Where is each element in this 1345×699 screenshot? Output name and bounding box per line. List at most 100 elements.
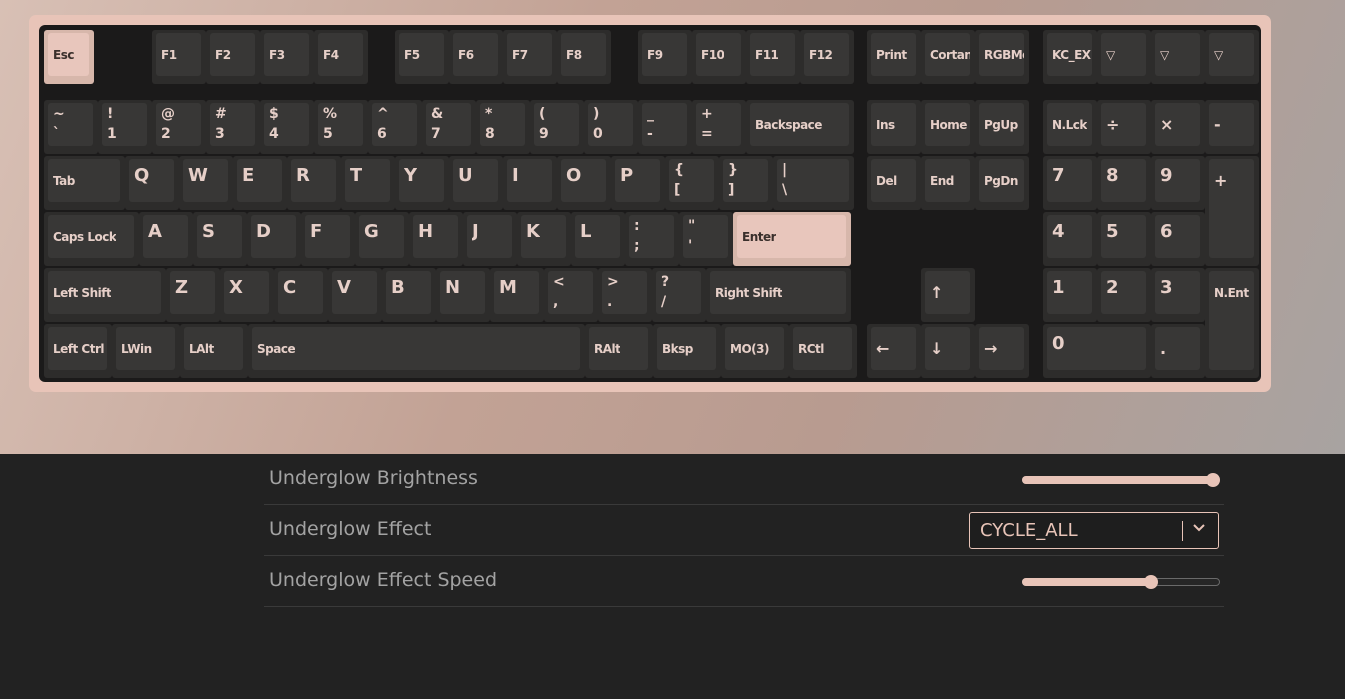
key-lctrl[interactable]: Left Ctrl <box>44 324 112 378</box>
key-ralt[interactable]: RAlt <box>585 324 653 378</box>
key-f12[interactable]: F12 <box>800 30 854 84</box>
key-9[interactable]: (9 <box>530 100 584 154</box>
slider-thumb[interactable] <box>1143 575 1158 589</box>
key-8[interactable]: * 8 <box>476 100 530 154</box>
underglow-brightness-slider[interactable] <box>1022 473 1220 487</box>
key-print[interactable]: Print <box>867 30 921 84</box>
key-z[interactable]: Z <box>166 268 220 322</box>
key-kp-2[interactable]: 2 <box>1097 268 1151 322</box>
key-6[interactable]: ^ 6 <box>368 100 422 154</box>
key-e[interactable]: E <box>233 156 287 210</box>
key-macro-3[interactable]: ▽ <box>1205 30 1259 84</box>
key-x[interactable]: X <box>220 268 274 322</box>
key-b[interactable]: B <box>382 268 436 322</box>
key-kp-8[interactable]: 8 <box>1097 156 1151 210</box>
key-home[interactable]: Home <box>921 100 975 154</box>
key-quote[interactable]: " ' <box>679 212 733 266</box>
key-k[interactable]: K <box>517 212 571 266</box>
key-backspace[interactable]: Backspace <box>746 100 854 154</box>
key-up[interactable]: ↑ <box>921 268 975 322</box>
slider-thumb[interactable] <box>1206 473 1220 487</box>
key-h[interactable]: H <box>409 212 463 266</box>
key-kp-3[interactable]: 3 <box>1151 268 1205 322</box>
key-equal[interactable]: + = <box>692 100 746 154</box>
key-kp-plus[interactable]: + <box>1205 156 1259 266</box>
key-f7[interactable]: F7 <box>503 30 557 84</box>
key-n[interactable]: N <box>436 268 490 322</box>
key-l[interactable]: L <box>571 212 625 266</box>
key-bksp2[interactable]: Bksp <box>653 324 721 378</box>
key-tab[interactable]: Tab <box>44 156 125 210</box>
key-r[interactable]: R <box>287 156 341 210</box>
key-mo3[interactable]: MO(3) <box>721 324 789 378</box>
key-kp-9[interactable]: 9 <box>1151 156 1205 210</box>
key-kp-1[interactable]: 1 <box>1043 268 1097 322</box>
key-esc[interactable]: Esc <box>44 30 94 84</box>
key-p[interactable]: P <box>611 156 665 210</box>
key-grave[interactable]: ~ ` <box>44 100 98 154</box>
key-a[interactable]: A <box>139 212 193 266</box>
key-t[interactable]: T <box>341 156 395 210</box>
key-f11[interactable]: F11 <box>746 30 800 84</box>
key-slash[interactable]: ? / <box>652 268 706 322</box>
key-backslash[interactable]: | \ <box>773 156 854 210</box>
key-right[interactable]: → <box>975 324 1029 378</box>
key-3[interactable]: #3 <box>206 100 260 154</box>
key-d[interactable]: D <box>247 212 301 266</box>
key-comma[interactable]: <, <box>544 268 598 322</box>
key-f1[interactable]: F1 <box>152 30 206 84</box>
key-q[interactable]: Q <box>125 156 179 210</box>
key-m[interactable]: M <box>490 268 544 322</box>
key-down[interactable]: ↓ <box>921 324 975 378</box>
key-j[interactable]: J <box>463 212 517 266</box>
key-5[interactable]: % 5 <box>314 100 368 154</box>
key-c[interactable]: C <box>274 268 328 322</box>
key-rgbmode[interactable]: RGBMo <box>975 30 1029 84</box>
key-macro-1[interactable]: ▽ <box>1097 30 1151 84</box>
underglow-effect-speed-slider[interactable] <box>1022 575 1220 589</box>
key-s[interactable]: S <box>193 212 247 266</box>
key-f2[interactable]: F2 <box>206 30 260 84</box>
key-f9[interactable]: F9 <box>638 30 692 84</box>
key-rctrl[interactable]: RCtl <box>789 324 857 378</box>
underglow-effect-select[interactable]: CYCLE_ALL <box>969 512 1219 549</box>
key-rbracket[interactable]: }] <box>719 156 773 210</box>
key-kp-6[interactable]: 6 <box>1151 212 1205 266</box>
key-kp-0[interactable]: 0 <box>1043 324 1151 378</box>
key-i[interactable]: I <box>503 156 557 210</box>
key-numlock[interactable]: N.Lck <box>1043 100 1097 154</box>
key-del[interactable]: Del <box>867 156 921 210</box>
key-capslock[interactable]: Caps Lock <box>44 212 139 266</box>
key-space[interactable]: Space <box>248 324 585 378</box>
key-4[interactable]: $4 <box>260 100 314 154</box>
key-f6[interactable]: F6 <box>449 30 503 84</box>
key-kc-ext[interactable]: KC_EX <box>1043 30 1097 84</box>
key-1[interactable]: ! 1 <box>98 100 152 154</box>
key-rshift[interactable]: Right Shift <box>706 268 851 322</box>
key-lalt[interactable]: LAlt <box>180 324 248 378</box>
key-0[interactable]: ) 0 <box>584 100 638 154</box>
key-f3[interactable]: F3 <box>260 30 314 84</box>
key-kp-divide[interactable]: ÷ <box>1097 100 1151 154</box>
key-semicolon[interactable]: :; <box>625 212 679 266</box>
key-f[interactable]: F <box>301 212 355 266</box>
key-kp-dot[interactable]: . <box>1151 324 1205 378</box>
key-7[interactable]: & 7 <box>422 100 476 154</box>
key-cortana[interactable]: Cortan <box>921 30 975 84</box>
key-w[interactable]: W <box>179 156 233 210</box>
key-kp-7[interactable]: 7 <box>1043 156 1097 210</box>
key-pgup[interactable]: PgUp <box>975 100 1029 154</box>
key-kp-4[interactable]: 4 <box>1043 212 1097 266</box>
key-f8[interactable]: F8 <box>557 30 611 84</box>
key-end[interactable]: End <box>921 156 975 210</box>
key-enter[interactable]: Enter <box>733 212 851 266</box>
key-macro-2[interactable]: ▽ <box>1151 30 1205 84</box>
key-minus[interactable]: _ - <box>638 100 692 154</box>
key-y[interactable]: Y <box>395 156 449 210</box>
chevron-down-icon[interactable] <box>1193 524 1205 532</box>
key-kp-multiply[interactable]: × <box>1151 100 1205 154</box>
key-kp-minus[interactable]: - <box>1205 100 1259 154</box>
key-v[interactable]: V <box>328 268 382 322</box>
key-lwin[interactable]: LWin <box>112 324 180 378</box>
key-f4[interactable]: F4 <box>314 30 368 84</box>
